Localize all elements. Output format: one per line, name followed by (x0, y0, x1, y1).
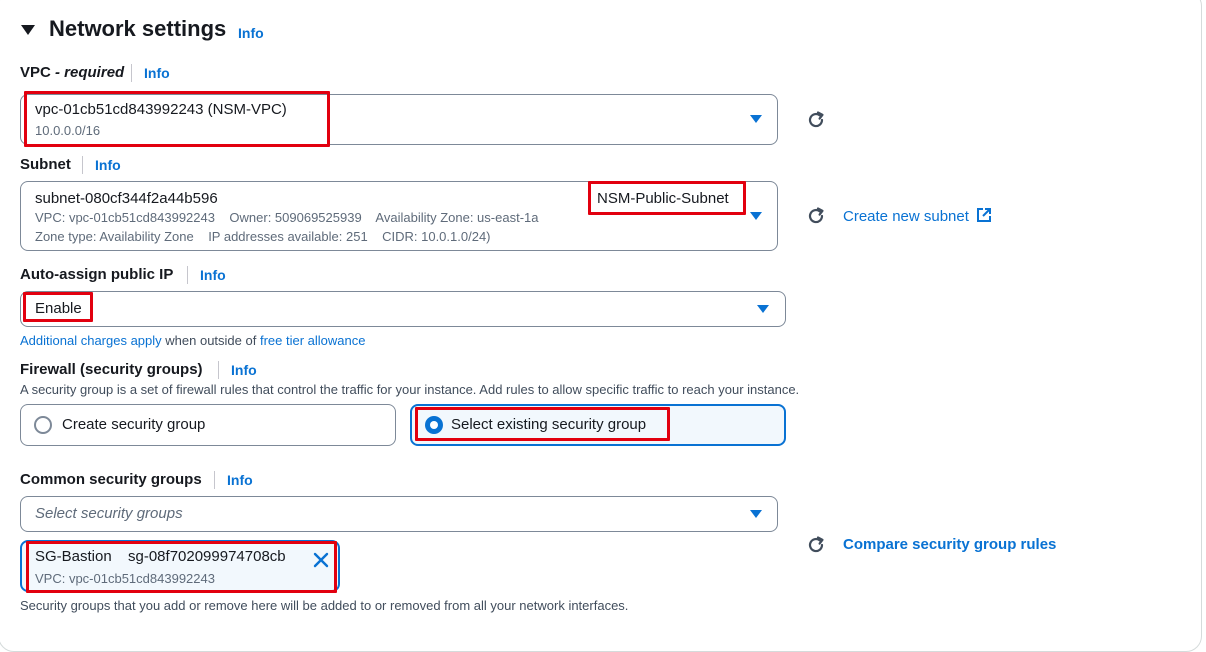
highlight-box (26, 541, 337, 593)
security-groups-footnote: Security groups that you add or remove h… (20, 598, 629, 613)
refresh-icon[interactable] (805, 205, 827, 227)
vpc-label-text: VPC (20, 64, 51, 81)
highlight-box (415, 407, 670, 441)
firewall-info-link[interactable]: Info (231, 362, 257, 378)
divider (214, 471, 215, 489)
free-tier-link[interactable]: free tier allowance (260, 333, 366, 348)
subnet-id: subnet-080cf344f2a44b596 (35, 190, 218, 207)
external-link-icon (977, 208, 992, 222)
radio-label: Create security group (62, 416, 206, 433)
additional-charges-link[interactable]: Additional charges apply (20, 333, 162, 348)
charges-note: Additional charges apply when outside of… (20, 333, 365, 348)
section-info-link[interactable]: Info (238, 25, 264, 41)
highlight-box (588, 181, 746, 215)
vpc-required-text: - required (55, 64, 125, 81)
create-new-subnet-link[interactable]: Create new subnet (843, 207, 992, 225)
refresh-icon[interactable] (805, 109, 827, 131)
divider (218, 361, 219, 379)
subnet-label: Subnet (20, 156, 71, 173)
radio-create-security-group[interactable]: Create security group (20, 404, 396, 446)
divider (187, 266, 188, 284)
vpc-label: VPC - required (20, 64, 124, 81)
chevron-down-icon (750, 212, 762, 220)
vpc-info-link[interactable]: Info (144, 65, 170, 81)
subnet-details-line-1: VPC: vpc-01cb51cd843992243 Owner: 509069… (35, 210, 539, 225)
chevron-down-icon (757, 305, 769, 313)
common-sg-label: Common security groups (20, 471, 202, 488)
security-groups-select[interactable]: Select security groups (20, 496, 778, 532)
radio-unchecked-icon (34, 416, 52, 434)
auto-assign-label: Auto-assign public IP (20, 266, 174, 283)
auto-assign-info-link[interactable]: Info (200, 267, 226, 283)
highlight-box (23, 292, 93, 322)
chevron-down-icon (750, 115, 762, 123)
divider (131, 64, 132, 82)
compare-security-group-rules-link[interactable]: Compare security group rules (843, 536, 1056, 553)
auto-assign-select[interactable]: Enable (20, 291, 786, 327)
highlight-box (24, 91, 330, 147)
charges-note-text: when outside of (161, 333, 260, 348)
subnet-details-line-2: Zone type: Availability Zone IP addresse… (35, 229, 491, 244)
divider (82, 156, 83, 174)
collapse-caret-icon[interactable] (21, 25, 35, 35)
chevron-down-icon (750, 510, 762, 518)
subnet-info-link[interactable]: Info (95, 157, 121, 173)
firewall-description: A security group is a set of firewall ru… (20, 382, 800, 397)
create-new-subnet-text: Create new subnet (843, 208, 969, 225)
refresh-icon[interactable] (805, 534, 827, 556)
firewall-label: Firewall (security groups) (20, 361, 203, 378)
common-sg-info-link[interactable]: Info (227, 472, 253, 488)
section-title: Network settings (49, 16, 227, 41)
security-groups-placeholder: Select security groups (35, 505, 183, 522)
